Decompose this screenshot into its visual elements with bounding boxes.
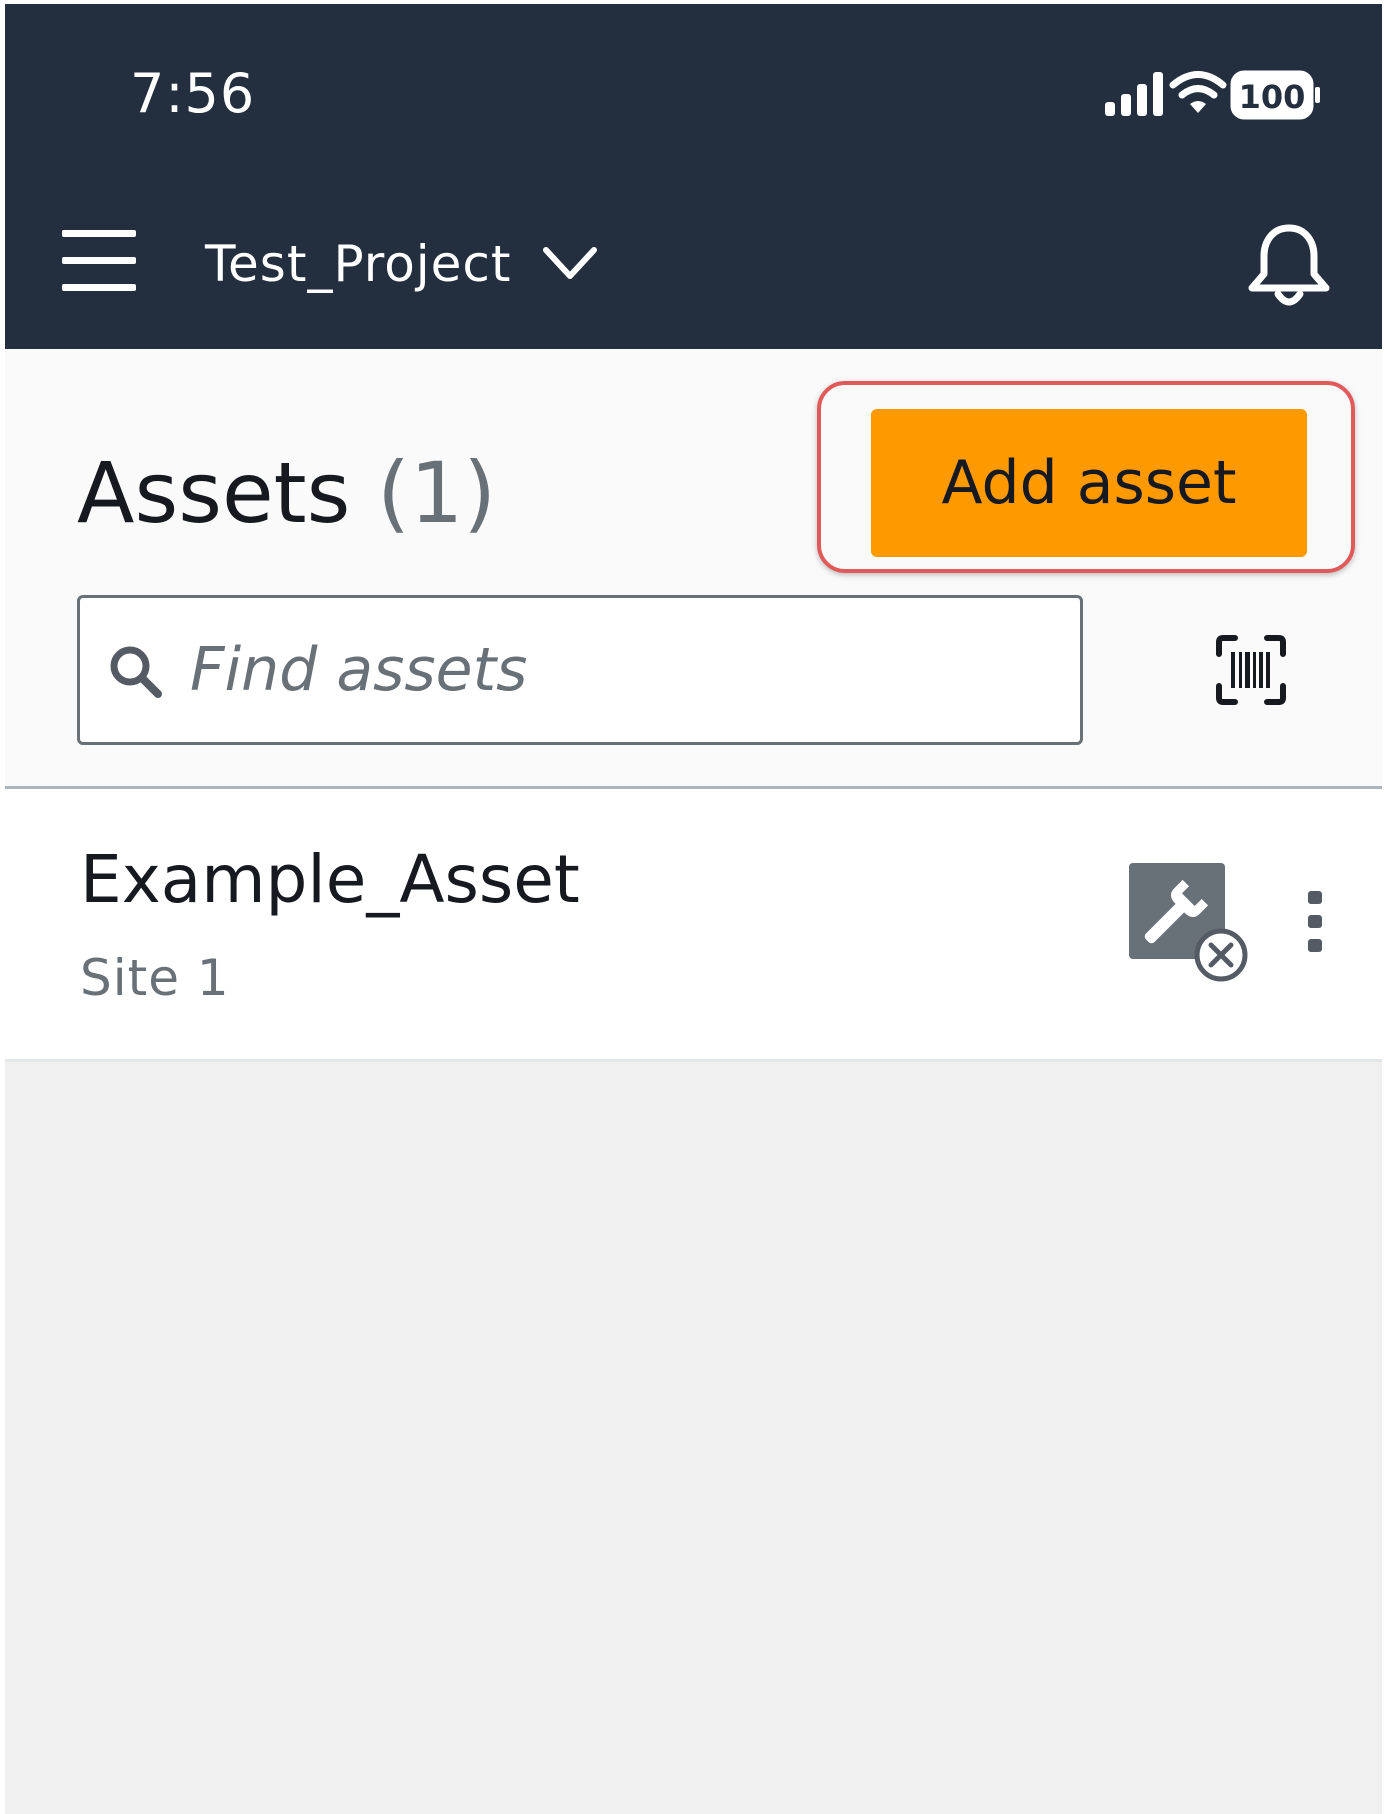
app-screen: 7:56 100 Test_Project Assets (1) Add ass…: [5, 4, 1382, 1814]
battery-icon: 100: [1230, 70, 1320, 120]
empty-list-area: [5, 1062, 1382, 1814]
battery-level: 100: [1239, 78, 1306, 116]
wifi-icon: [1169, 71, 1227, 113]
wrench-disconnected-icon: [1129, 863, 1248, 982]
asset-site: Site 1: [80, 949, 230, 1007]
assets-header: Assets (1) Add asset: [5, 349, 1382, 789]
search-input[interactable]: [190, 598, 1050, 742]
search-icon: [110, 646, 162, 698]
menu-icon[interactable]: [60, 226, 138, 296]
status-time: 7:56: [130, 62, 256, 125]
app-top-bar: 7:56 100 Test_Project: [5, 4, 1382, 349]
bell-icon[interactable]: [1244, 222, 1334, 308]
add-asset-button[interactable]: Add asset: [871, 409, 1307, 557]
chevron-down-icon: [542, 247, 597, 279]
page-title: Assets (1): [77, 444, 496, 542]
asset-name: Example_Asset: [80, 841, 580, 918]
more-vertical-icon[interactable]: [1295, 889, 1335, 955]
project-selector[interactable]: Test_Project: [205, 232, 598, 296]
asset-count: (1): [377, 444, 497, 542]
page-title-text: Assets: [77, 444, 351, 542]
signal-icon: [1105, 72, 1163, 116]
search-box[interactable]: [77, 595, 1083, 745]
project-name: Test_Project: [205, 235, 512, 293]
asset-list-item[interactable]: Example_Asset Site 1: [5, 789, 1382, 1062]
barcode-scan-icon[interactable]: [1215, 634, 1287, 706]
